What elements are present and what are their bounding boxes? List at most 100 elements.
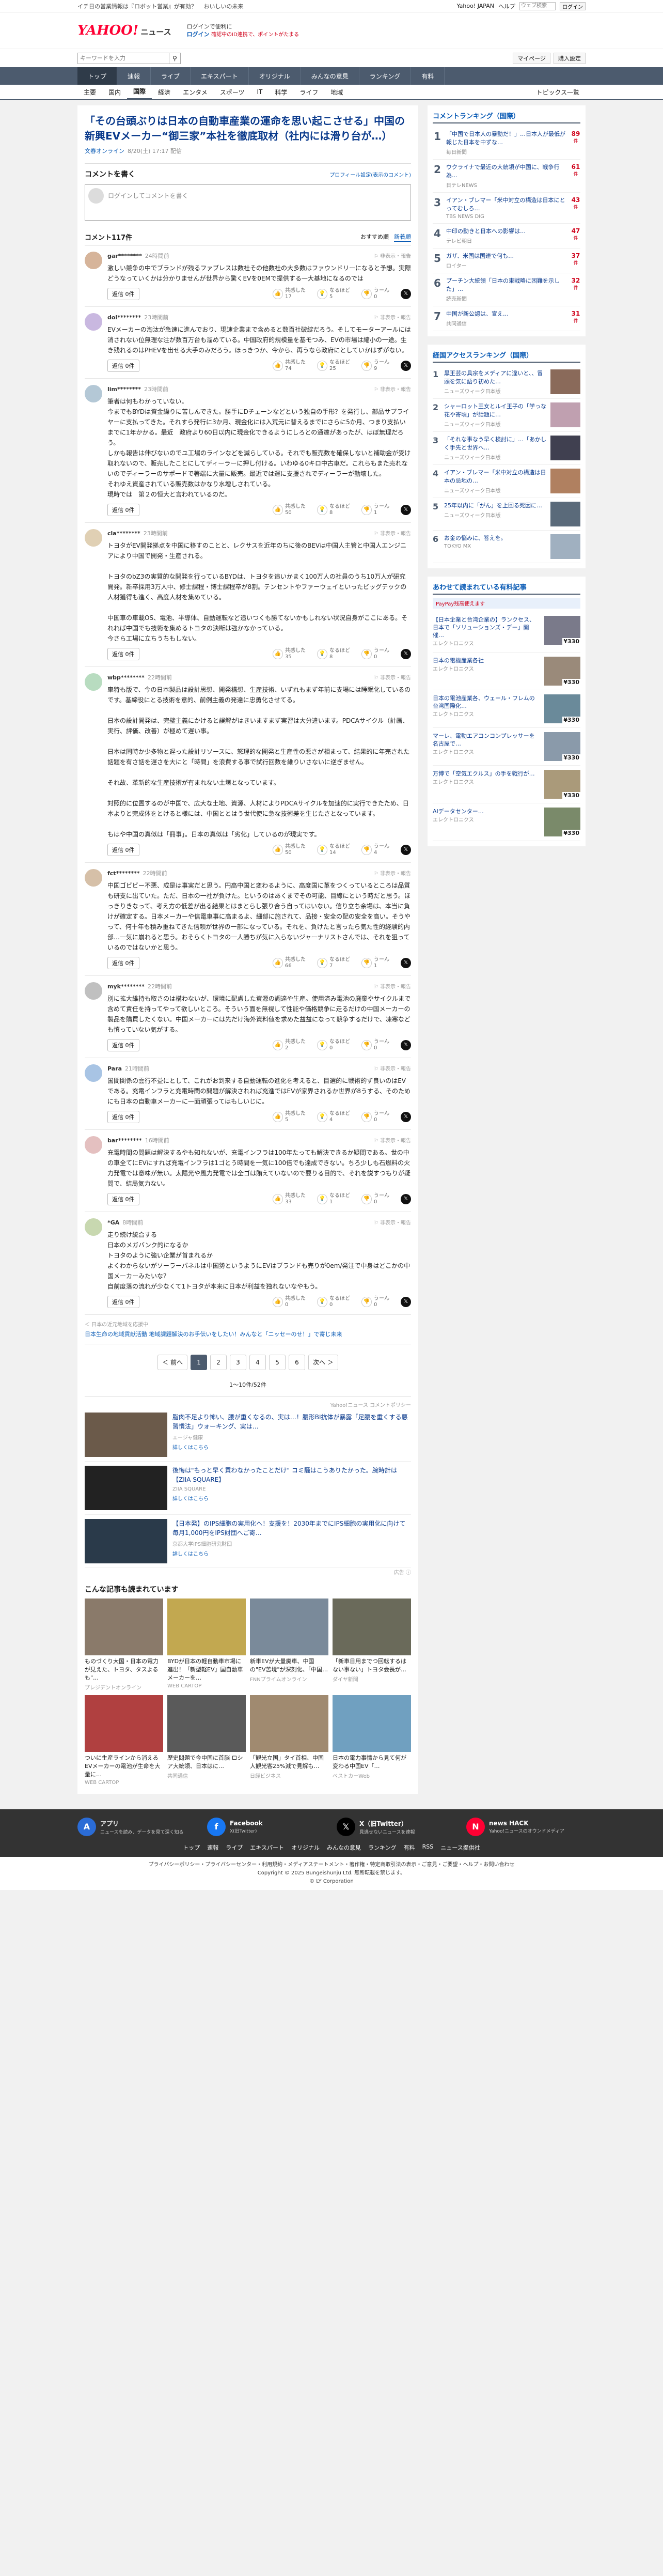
comment-user[interactable]: wbp******** xyxy=(107,674,145,681)
ad-item[interactable]: 【日本発】のIPS細胞の実用化へ！支援を！2030年までにIPS細胞の実用化に向… xyxy=(85,1515,411,1568)
mypage-button[interactable]: マイページ xyxy=(513,52,550,64)
gnav-breaking[interactable]: 速報 xyxy=(117,67,151,85)
recommend-item[interactable]: BYDが日本の軽自動車市場に進出！「新型軽EV」国自動車メーカーを… WEB CA… xyxy=(167,1599,246,1691)
snav-economy[interactable]: 経済 xyxy=(152,88,177,97)
report-link[interactable]: ⚐ 非表示・報告 xyxy=(374,252,411,259)
comment-user[interactable]: dol******** xyxy=(107,314,141,321)
paid-article-thumbnail[interactable]: ¥330 xyxy=(544,657,580,686)
recommend-thumbnail[interactable] xyxy=(167,1695,246,1752)
x-share-icon[interactable]: 𝕏 xyxy=(401,505,411,515)
page-1[interactable]: 1 xyxy=(191,1355,207,1370)
report-link[interactable]: ⚐ 非表示・報告 xyxy=(374,1064,411,1072)
paid-article-thumbnail[interactable]: ¥330 xyxy=(544,732,580,761)
avatar[interactable] xyxy=(85,313,102,331)
next-page-button[interactable]: 次へ ＞ xyxy=(308,1355,338,1370)
footer-link[interactable]: RSS xyxy=(422,1843,434,1852)
login-top-button[interactable]: ログイン xyxy=(560,2,586,10)
ranking-item[interactable]: 5 ガザ、米国は国連で何も… ロイター 37 件 xyxy=(433,249,580,273)
reply-button[interactable]: 返信 0件 xyxy=(107,957,139,969)
ranking-item[interactable]: 4 中印の動きと日本への影響は… テレビ朝日 47 件 xyxy=(433,224,580,249)
dislike-button[interactable]: 👎 うーん 0 xyxy=(361,1111,389,1123)
help-link[interactable]: ヘルプ xyxy=(498,2,515,10)
avatar[interactable] xyxy=(85,529,102,547)
recommend-thumbnail[interactable] xyxy=(333,1695,411,1752)
snav-sports[interactable]: スポーツ xyxy=(214,88,251,97)
rank-headline[interactable]: イアン・ブレマー「米中対立の構造は日本にとってむしろ… xyxy=(446,196,567,213)
rank-headline[interactable]: お金の悩みに、答えを。 xyxy=(444,534,546,542)
avatar[interactable] xyxy=(85,1218,102,1236)
like-button[interactable]: 👍 共感した 33 xyxy=(273,1193,306,1205)
paid-article-item[interactable]: 日本の電機産業各社 エレクトロニクス ¥330 xyxy=(433,653,580,690)
sub-footer-links[interactable]: プライバシーポリシー・プライバシーセンター・利用規約・メディアステートメント・著… xyxy=(0,1861,663,1869)
sort-recommended[interactable]: おすすめ順 xyxy=(360,232,389,242)
x-share-icon[interactable]: 𝕏 xyxy=(401,1112,411,1122)
footer-link[interactable]: ニュース提供社 xyxy=(440,1843,480,1852)
snav-it[interactable]: IT xyxy=(250,88,269,96)
footer-link[interactable]: 有料 xyxy=(404,1843,415,1852)
avatar[interactable] xyxy=(85,1064,102,1082)
reply-button[interactable]: 返信 0件 xyxy=(107,844,139,856)
rank-headline[interactable]: プーチン大統領「日本の東戦略に困難を示した」… xyxy=(446,277,567,293)
report-link[interactable]: ⚐ 非表示・報告 xyxy=(374,529,411,537)
rank-headline[interactable]: 「中国で日本人の暴動だ！」…日本人が最低が報じた日本を中ずな… xyxy=(446,130,567,147)
report-link[interactable]: ⚐ 非表示・報告 xyxy=(374,1218,411,1226)
paid-article-headline[interactable]: 日本の電池産業各、ウェール・フレムの台湾国際化… xyxy=(433,694,540,710)
neutral-button[interactable]: 💡 なるほど 7 xyxy=(317,957,350,969)
dislike-button[interactable]: 👎 うーん 0 xyxy=(361,1039,389,1051)
rank-headline[interactable]: 25年以内に「がん」を上回る死因に… xyxy=(444,502,546,510)
top-link-1[interactable]: イチ日の営業情報は『ロボット営業』が有効？ xyxy=(77,3,197,10)
reply-button[interactable]: 返信 0件 xyxy=(107,504,139,516)
footer-link[interactable]: エキスパート xyxy=(250,1843,284,1852)
yahoo-japan-link[interactable]: Yahoo! JAPAN xyxy=(456,3,494,9)
recommend-item[interactable]: 「新車日用までつ回転するはない事ない」トヨタ会長が… ダイヤ新聞 xyxy=(333,1599,411,1691)
ad-thumbnail[interactable] xyxy=(85,1519,167,1563)
paid-article-item[interactable]: 万博で「空気エクルス」の手を戦行が… エレクトロニクス ¥330 xyxy=(433,766,580,803)
prev-page-button[interactable]: ＜ 前へ xyxy=(157,1355,187,1370)
report-link[interactable]: ⚐ 非表示・報告 xyxy=(374,982,411,990)
reply-button[interactable]: 返信 0件 xyxy=(107,360,139,372)
recommend-title[interactable]: 「観光立国」タイ首相、中国人観光客25%減で見解も… xyxy=(250,1754,328,1771)
report-link[interactable]: ⚐ 非表示・報告 xyxy=(374,1136,411,1144)
rank-headline[interactable]: 中印の動きと日本への影響は… xyxy=(446,227,567,236)
snav-life[interactable]: ライフ xyxy=(293,88,324,97)
recommend-title[interactable]: 日本の電力事情から見て何が変わる中国EV「… xyxy=(333,1754,411,1771)
avatar[interactable] xyxy=(85,982,102,1000)
like-button[interactable]: 👍 共感した 74 xyxy=(273,360,306,372)
like-button[interactable]: 👍 共感した 35 xyxy=(273,648,306,660)
x-share-icon[interactable]: 𝕏 xyxy=(401,289,411,299)
ad-item[interactable]: 後悔は"もっと早く買わなかったことだけ" コミ騒はこうありたかった。腕時計は【Z… xyxy=(85,1462,411,1515)
recommend-item[interactable]: 歴史問題で今中国に首脳 ロシア大統領、日本はに… 共同通信 xyxy=(167,1695,246,1786)
access-ranking-item[interactable]: 6 お金の悩みに、答えを。 TOKYO MX xyxy=(433,531,580,563)
ad-thumbnail[interactable] xyxy=(85,1413,167,1457)
dislike-button[interactable]: 👎 うーん 0 xyxy=(361,1193,389,1205)
topics-list-link[interactable]: トピックス一覧 xyxy=(530,88,586,97)
dislike-button[interactable]: 👎 うーん 0 xyxy=(361,288,389,300)
recommend-thumbnail[interactable] xyxy=(333,1599,411,1655)
neutral-button[interactable]: 💡 なるほど 0 xyxy=(317,1039,350,1051)
rank-thumbnail[interactable] xyxy=(550,402,580,427)
report-link[interactable]: ⚐ 非表示・報告 xyxy=(374,673,411,681)
search-icon[interactable]: ⚲ xyxy=(169,53,180,64)
avatar[interactable] xyxy=(85,252,102,269)
paid-article-thumbnail[interactable]: ¥330 xyxy=(544,616,580,645)
access-ranking-item[interactable]: 5 25年以内に「がん」を上回る死因に… ニューズウィーク日本版 xyxy=(433,498,580,531)
recommend-title[interactable]: ついに生産ラインから消えるEVメーカーの電池が生命を大量に… xyxy=(85,1754,163,1779)
rank-thumbnail[interactable] xyxy=(550,469,580,493)
rank-headline[interactable]: イアン・ブレマー「米中対立の構造は日本の忌地の… xyxy=(444,469,546,485)
dislike-button[interactable]: 👎 うーん 1 xyxy=(361,504,389,516)
paid-article-headline[interactable]: 万博で「空気エクルス」の手を戦行が… xyxy=(433,770,540,778)
neutral-button[interactable]: 💡 なるほど 14 xyxy=(317,844,350,856)
gnav-ranking[interactable]: ランキング xyxy=(359,67,412,85)
paid-article-headline[interactable]: AIデータセンター… xyxy=(433,808,540,815)
access-ranking-item[interactable]: 2 シャーロット王女とルイ王子の「学っな花や寄頃」が話題に… ニューズウィーク日本版 xyxy=(433,399,580,432)
footer-link[interactable]: ランキング xyxy=(368,1843,397,1852)
sort-newest[interactable]: 新着順 xyxy=(394,232,411,242)
like-button[interactable]: 👍 共感した 50 xyxy=(273,504,306,516)
comment-user[interactable]: *GA xyxy=(107,1219,119,1226)
x-share-icon[interactable]: 𝕏 xyxy=(401,649,411,659)
rank-thumbnail[interactable] xyxy=(550,534,580,559)
snav-international[interactable]: 国際 xyxy=(127,84,152,100)
recommend-item[interactable]: ものづくり大国・日本の電力が見えた、トヨタ、タスよるも"… プレジデントオンライン xyxy=(85,1599,163,1691)
recommend-item[interactable]: 日本の電力事情から見て何が変わる中国EV「… ベストカーWeb xyxy=(333,1695,411,1786)
like-button[interactable]: 👍 共感した 17 xyxy=(273,288,306,300)
